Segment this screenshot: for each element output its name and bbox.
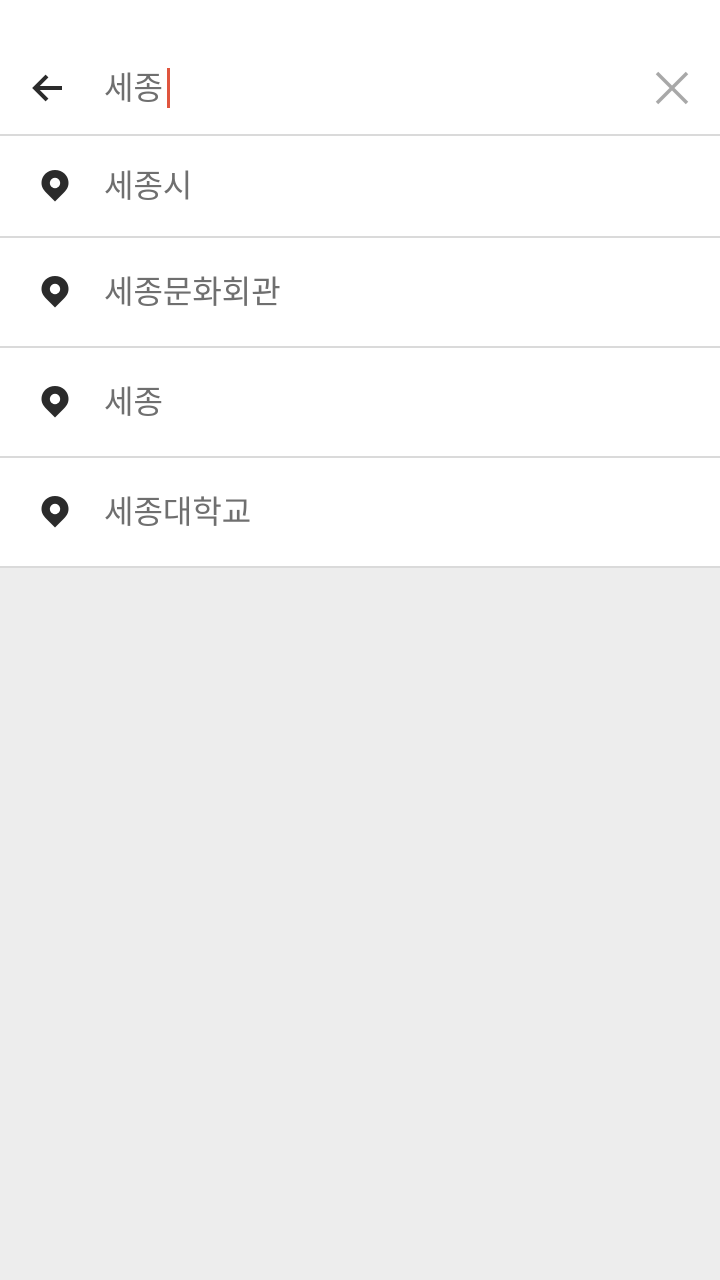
close-icon xyxy=(655,71,689,105)
location-pin-icon xyxy=(38,384,72,420)
location-pin-icon xyxy=(38,168,72,204)
suggestion-item[interactable]: 세종시 xyxy=(0,136,720,238)
search-query-text[interactable]: 세종 xyxy=(104,68,163,108)
suggestion-item[interactable]: 세종문화회관 xyxy=(0,238,720,348)
suggestion-list: 세종시 세종문화회관 세종 세종대학교 xyxy=(0,136,720,568)
search-bar: 세종 xyxy=(0,38,720,136)
location-pin-icon xyxy=(38,494,72,530)
suggestion-label: 세종문화회관 xyxy=(104,273,281,311)
arrow-left-icon xyxy=(32,74,62,102)
location-pin-icon xyxy=(38,274,72,310)
suggestion-item[interactable]: 세종 xyxy=(0,348,720,458)
search-input[interactable]: 세종 xyxy=(104,62,170,114)
suggestion-label: 세종 xyxy=(104,383,163,421)
suggestion-label: 세종시 xyxy=(104,167,193,205)
status-bar-area xyxy=(0,0,720,38)
suggestion-item[interactable]: 세종대학교 xyxy=(0,458,720,568)
back-button[interactable] xyxy=(20,64,76,112)
clear-button[interactable] xyxy=(650,66,694,110)
text-caret xyxy=(166,68,170,108)
search-screen: 세종 세종시 세종문화회관 세종 세종대학교 xyxy=(0,0,720,1280)
suggestion-label: 세종대학교 xyxy=(104,493,252,531)
